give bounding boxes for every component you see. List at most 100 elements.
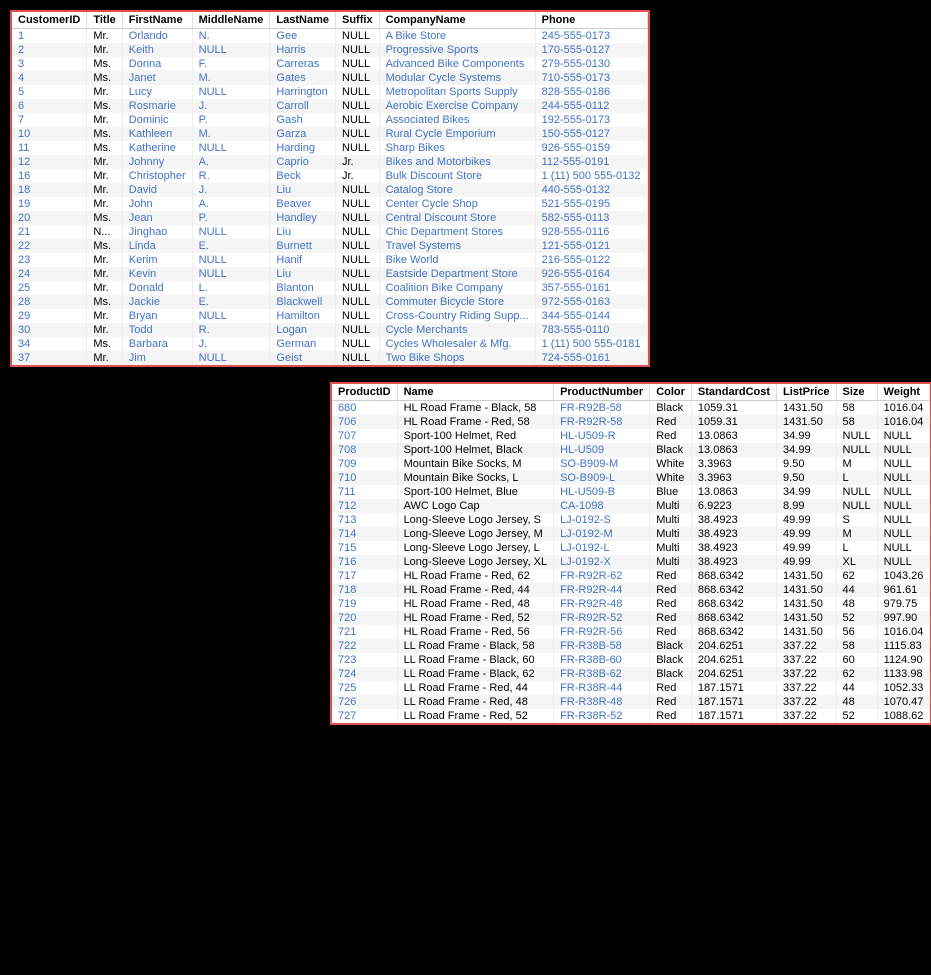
table-cell: NULL <box>192 253 270 267</box>
table-cell: LL Road Frame - Red, 44 <box>397 681 554 695</box>
table-row: 12Mr.JohnnyA.CaprioJr.Bikes and Motorbik… <box>12 155 647 169</box>
table-cell: Ms. <box>87 99 122 113</box>
table-cell: Red <box>650 611 692 625</box>
table-cell: 3.3963 <box>691 457 776 471</box>
table-cell: 12 <box>12 155 87 169</box>
table-cell: 279-555-0130 <box>535 57 647 71</box>
table-cell: Mr. <box>87 85 122 99</box>
table-cell: Johnny <box>122 155 192 169</box>
table-cell: 216-555-0122 <box>535 253 647 267</box>
table-cell: 49.99 <box>777 513 836 527</box>
table-cell: Center Cycle Shop <box>379 197 535 211</box>
table-cell: NULL <box>836 499 877 513</box>
table-row: 25Mr.DonaldL.BlantonNULLCoalition Bike C… <box>12 281 647 295</box>
table-row: 5Mr.LucyNULLHarringtonNULLMetropolitan S… <box>12 85 647 99</box>
table-row: 725LL Road Frame - Red, 44FR-R38R-44Red1… <box>332 681 930 695</box>
table-row: 30Mr.ToddR.LoganNULLCycle Merchants783-5… <box>12 323 647 337</box>
table-cell: NULL <box>336 295 380 309</box>
table-cell: Jim <box>122 351 192 365</box>
table-cell: 1070.47 <box>877 695 930 709</box>
table-cell: Ms. <box>87 141 122 155</box>
table-cell: Carroll <box>270 99 336 113</box>
table-cell: 29 <box>12 309 87 323</box>
table-cell: P. <box>192 211 270 225</box>
table-cell: NULL <box>336 183 380 197</box>
table-cell: 22 <box>12 239 87 253</box>
table-cell: Mr. <box>87 323 122 337</box>
table-cell: Jean <box>122 211 192 225</box>
table-cell: Hamilton <box>270 309 336 323</box>
table-cell: NULL <box>336 323 380 337</box>
table-row: 34Ms.BarbaraJ.GermanNULLCycles Wholesale… <box>12 337 647 351</box>
table-cell: FR-R92R-56 <box>554 625 650 639</box>
table-cell: LJ-0192-X <box>554 555 650 569</box>
table-cell: Sport-100 Helmet, Black <box>397 443 554 457</box>
table-cell: Burnett <box>270 239 336 253</box>
table-cell: 34.99 <box>777 429 836 443</box>
table-cell: Gates <box>270 71 336 85</box>
table-cell: 723 <box>332 653 397 667</box>
table-cell: Central Discount Store <box>379 211 535 225</box>
table-cell: NULL <box>836 429 877 443</box>
table-cell: 706 <box>332 415 397 429</box>
table-cell: 44 <box>836 583 877 597</box>
bottom-table-container: ProductIDNameProductNumberColorStandardC… <box>330 382 931 725</box>
table-row: 20Ms.JeanP.HandleyNULLCentral Discount S… <box>12 211 647 225</box>
table-cell: Two Bike Shops <box>379 351 535 365</box>
table-cell: LL Road Frame - Red, 52 <box>397 709 554 723</box>
table-cell: Donald <box>122 281 192 295</box>
table-cell: Orlando <box>122 29 192 44</box>
table-cell: Mr. <box>87 309 122 323</box>
table-cell: J. <box>192 337 270 351</box>
table-cell: FR-R38B-60 <box>554 653 650 667</box>
table-row: 1Mr.OrlandoN.GeeNULLA Bike Store245-555-… <box>12 29 647 44</box>
table-cell: Kerim <box>122 253 192 267</box>
table-cell: 187.1571 <box>691 681 776 695</box>
table-row: 22Ms.LindaE.BurnettNULLTravel Systems121… <box>12 239 647 253</box>
table-cell: Liu <box>270 267 336 281</box>
table-cell: Gee <box>270 29 336 44</box>
table-cell: Kathleen <box>122 127 192 141</box>
table-cell: Ms. <box>87 127 122 141</box>
table-cell: NULL <box>877 541 930 555</box>
table-cell: LJ-0192-M <box>554 527 650 541</box>
table-cell: 38.4923 <box>691 513 776 527</box>
table-cell: Logan <box>270 323 336 337</box>
table-cell: 19 <box>12 197 87 211</box>
table-cell: 38.4923 <box>691 555 776 569</box>
table-cell: Liu <box>270 183 336 197</box>
table-cell: Lucy <box>122 85 192 99</box>
table-cell: A. <box>192 197 270 211</box>
table-cell: Mr. <box>87 197 122 211</box>
table-cell: NULL <box>336 99 380 113</box>
table-cell: Ms. <box>87 295 122 309</box>
table-cell: 44 <box>836 681 877 695</box>
table-cell: 719 <box>332 597 397 611</box>
table-cell: NULL <box>877 457 930 471</box>
table-cell: Multi <box>650 499 692 513</box>
table-cell: NULL <box>336 225 380 239</box>
table-cell: HL Road Frame - Red, 56 <box>397 625 554 639</box>
table-cell: Red <box>650 429 692 443</box>
table-cell: LL Road Frame - Black, 60 <box>397 653 554 667</box>
table-cell: Dominic <box>122 113 192 127</box>
table-cell: Multi <box>650 527 692 541</box>
table-cell: Black <box>650 667 692 681</box>
table-cell: Red <box>650 695 692 709</box>
table-cell: FR-R92R-62 <box>554 569 650 583</box>
table-cell: 1431.50 <box>777 597 836 611</box>
column-header-middlename: MiddleName <box>192 12 270 29</box>
table-cell: Janet <box>122 71 192 85</box>
table-cell: 710 <box>332 471 397 485</box>
table-cell: NULL <box>877 513 930 527</box>
table-cell: F. <box>192 57 270 71</box>
table-cell: Cycle Merchants <box>379 323 535 337</box>
table-cell: M. <box>192 71 270 85</box>
table-cell: Todd <box>122 323 192 337</box>
table-cell: 868.6342 <box>691 583 776 597</box>
table-cell: 344-555-0144 <box>535 309 647 323</box>
table-cell: Red <box>650 569 692 583</box>
customers-table: CustomerIDTitleFirstNameMiddleNameLastNa… <box>12 12 648 365</box>
table-cell: M. <box>192 127 270 141</box>
table-cell: Travel Systems <box>379 239 535 253</box>
